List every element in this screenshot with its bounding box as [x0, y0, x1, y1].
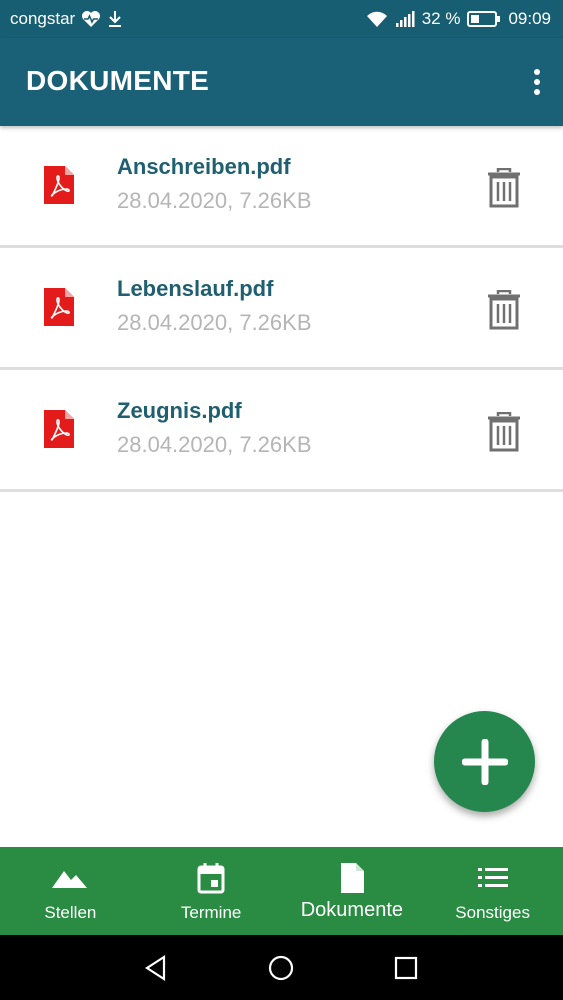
- back-button[interactable]: [141, 953, 171, 983]
- landscape-icon: [52, 871, 88, 888]
- document-name: Anschreiben.pdf: [117, 154, 291, 179]
- clock: 09:09: [508, 9, 551, 28]
- battery-icon: [467, 11, 501, 27]
- nav-label: Sonstiges: [455, 903, 530, 922]
- list-item[interactable]: Anschreiben.pdf 28.04.2020, 7.26KB: [0, 126, 563, 248]
- trash-icon[interactable]: [486, 290, 522, 330]
- nav-icon-wrap: [339, 861, 365, 895]
- trash-icon[interactable]: [486, 412, 522, 452]
- plus-icon: [461, 738, 508, 785]
- nav-icon-wrap: [197, 861, 225, 895]
- carrier-label: congstar: [10, 9, 76, 28]
- pdf-file-icon: [44, 410, 74, 448]
- document-meta: 28.04.2020, 7.26KB: [117, 310, 312, 335]
- document-text: Anschreiben.pdf 28.04.2020, 7.26KB: [117, 154, 312, 214]
- nav-label: Dokumente: [300, 899, 404, 921]
- nav-label: Termine: [180, 903, 242, 922]
- nav-item-stellen[interactable]: Stellen: [0, 847, 141, 935]
- pdf-file-icon: [44, 166, 74, 204]
- home-button[interactable]: [266, 953, 296, 983]
- wifi-icon: [366, 11, 387, 27]
- system-navigation-bar: [0, 935, 563, 1000]
- overflow-dot: [534, 69, 540, 75]
- download-icon: [109, 11, 122, 27]
- page-title: DOKUMENTE: [26, 65, 210, 96]
- status-right: 32 % 09:09: [366, 9, 551, 29]
- list-item[interactable]: Zeugnis.pdf 28.04.2020, 7.26KB: [0, 370, 563, 492]
- nav-item-dokumente[interactable]: Dokumente: [282, 847, 423, 935]
- recents-square-icon: [394, 956, 418, 980]
- document-text: Zeugnis.pdf 28.04.2020, 7.26KB: [117, 398, 312, 458]
- app-bar: DOKUMENTE: [0, 38, 563, 126]
- document-list: Anschreiben.pdf 28.04.2020, 7.26KB Leben…: [0, 126, 563, 492]
- document-meta: 28.04.2020, 7.26KB: [117, 432, 312, 457]
- overflow-dot: [534, 89, 540, 95]
- add-document-button[interactable]: [434, 711, 535, 812]
- nav-item-sonstiges[interactable]: Sonstiges: [422, 847, 563, 935]
- battery-percent: 32 %: [421, 9, 461, 28]
- signal-icon: [395, 11, 415, 27]
- trash-icon[interactable]: [486, 168, 522, 208]
- calendar-icon: [197, 863, 225, 894]
- nav-icon-wrap: [52, 861, 88, 895]
- document-icon: [340, 863, 364, 893]
- status-left: congstar: [10, 9, 123, 29]
- back-triangle-icon: [144, 954, 166, 982]
- heart-pulse-icon: [82, 11, 101, 27]
- list-item[interactable]: Lebenslauf.pdf 28.04.2020, 7.26KB: [0, 248, 563, 370]
- overflow-dot: [534, 79, 540, 85]
- recents-button[interactable]: [391, 953, 421, 983]
- list-icon: [477, 868, 508, 887]
- nav-icon-wrap: [477, 861, 508, 895]
- document-meta: 28.04.2020, 7.26KB: [117, 188, 312, 213]
- home-circle-icon: [268, 955, 294, 981]
- document-name: Lebenslauf.pdf: [117, 276, 274, 301]
- overflow-menu-button[interactable]: [525, 62, 549, 102]
- status-bar: congstar 32 % 09:09: [0, 0, 563, 38]
- bottom-navigation: Stellen Termine Dokumente Sonstiges: [0, 847, 563, 935]
- document-text: Lebenslauf.pdf 28.04.2020, 7.26KB: [117, 276, 312, 336]
- nav-item-termine[interactable]: Termine: [141, 847, 282, 935]
- pdf-file-icon: [44, 288, 74, 326]
- nav-label: Stellen: [44, 903, 97, 922]
- document-name: Zeugnis.pdf: [117, 398, 242, 423]
